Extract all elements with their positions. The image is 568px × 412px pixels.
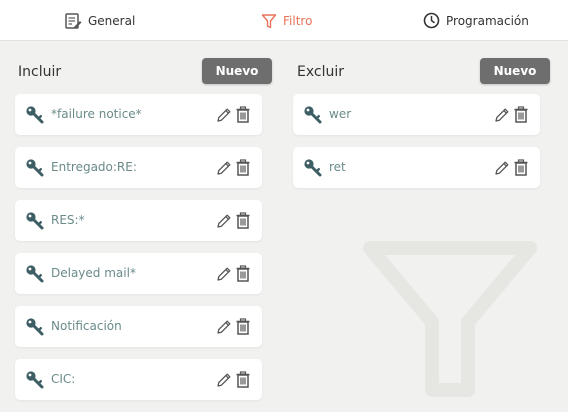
pencil-icon[interactable] <box>216 107 232 123</box>
tab-bar: General Filtro Programación <box>0 0 568 41</box>
trash-icon[interactable] <box>235 212 251 229</box>
document-edit-icon <box>65 12 82 29</box>
pencil-icon[interactable] <box>216 266 232 282</box>
filter-item: Notificación <box>15 306 262 347</box>
filter-item: Delayed mail* <box>15 253 262 294</box>
key-icon <box>26 318 44 336</box>
clock-icon <box>423 12 440 29</box>
tab-general[interactable]: General <box>64 0 135 41</box>
key-icon <box>304 159 322 177</box>
excluir-new-button[interactable]: Nuevo <box>480 58 550 84</box>
trash-icon[interactable] <box>235 159 251 176</box>
key-icon <box>26 159 44 177</box>
key-icon <box>26 212 44 230</box>
filter-item-label: Delayed mail* <box>51 266 136 280</box>
trash-icon[interactable] <box>235 265 251 282</box>
filter-item: CIC: <box>15 359 262 400</box>
filter-item: ret <box>293 147 540 188</box>
filter-item: Entregado:RE: <box>15 147 262 188</box>
tab-general-label: General <box>88 13 136 28</box>
incluir-new-button[interactable]: Nuevo <box>202 58 272 84</box>
filter-item: RES:* <box>15 200 262 241</box>
filter-item-label: wer <box>329 107 352 121</box>
filter-item: *failure notice* <box>15 94 262 135</box>
tab-programacion[interactable]: Programación <box>423 0 529 41</box>
incluir-title: Incluir <box>18 64 62 80</box>
pencil-icon[interactable] <box>216 319 232 335</box>
trash-icon[interactable] <box>513 159 529 176</box>
filter-item-label: ret <box>329 160 346 174</box>
filter-watermark-icon <box>363 241 537 397</box>
trash-icon[interactable] <box>513 106 529 123</box>
tab-filtro-label: Filtro <box>283 13 313 28</box>
filter-item-label: *failure notice* <box>51 107 142 121</box>
trash-icon[interactable] <box>235 371 251 388</box>
key-icon <box>26 265 44 283</box>
excluir-title: Excluir <box>297 64 344 80</box>
filter-item-label: CIC: <box>51 372 76 386</box>
filter-item-label: RES:* <box>51 213 85 227</box>
key-icon <box>304 106 322 124</box>
pencil-icon[interactable] <box>494 107 510 123</box>
filter-item: wer <box>293 94 540 135</box>
trash-icon[interactable] <box>235 106 251 123</box>
tab-filtro[interactable]: Filtro <box>261 0 312 41</box>
pencil-icon[interactable] <box>216 372 232 388</box>
key-icon <box>26 106 44 124</box>
tab-programacion-label: Programación <box>446 13 529 28</box>
filter-item-label: Notificación <box>51 319 122 333</box>
filter-item-label: Entregado:RE: <box>51 160 137 174</box>
pencil-icon[interactable] <box>216 213 232 229</box>
pencil-icon[interactable] <box>216 160 232 176</box>
filter-icon <box>261 13 277 28</box>
key-icon <box>26 371 44 389</box>
trash-icon[interactable] <box>235 318 251 335</box>
pencil-icon[interactable] <box>494 160 510 176</box>
